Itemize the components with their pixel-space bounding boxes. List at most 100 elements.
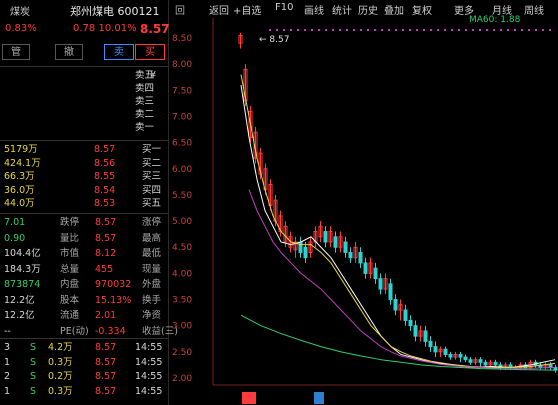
candle-body [433, 346, 438, 353]
bid-price: 8.56 [94, 157, 116, 169]
tick-volume: 0.3万 [48, 385, 73, 397]
tick-time: 14:55 [135, 385, 163, 397]
tick-price: 8.57 [95, 385, 117, 397]
candle-body [388, 283, 393, 301]
stat-label: 内盘 [60, 279, 80, 290]
position-button[interactable]: 管 [2, 44, 30, 60]
tick-direction: S [30, 385, 37, 397]
bid-label: 买二 [142, 157, 162, 169]
divider [0, 338, 168, 339]
candle-body [403, 309, 408, 321]
ask-label: 卖三 [135, 96, 155, 107]
candle-body [343, 241, 348, 253]
bid-label: 买五 [142, 198, 162, 209]
stat-label: 股本 [60, 294, 80, 306]
stat-label: PE(动) [60, 325, 89, 337]
candle-body [298, 241, 303, 253]
stock-name-code: 郑州煤电 600121 [70, 5, 160, 18]
y-tick-label: 5.50 [172, 191, 192, 201]
ma5-line [240, 85, 556, 369]
divider [0, 66, 168, 67]
high-label: ← 8.57 [259, 35, 289, 45]
tick-price: 8.57 [95, 356, 117, 368]
bid-label: 买三 [142, 171, 162, 182]
bid-volume: 36.0万 [4, 184, 35, 196]
ratio-value: 0.83% [5, 23, 37, 34]
bid-volume: 66.3万 [4, 171, 35, 182]
candle-body [373, 267, 378, 280]
bid-label: 买四 [142, 184, 162, 196]
bid-volume: 424.1万 [4, 157, 41, 169]
ma60-line [240, 314, 556, 371]
stat-label: 市值 [60, 248, 80, 259]
stat-label: 量比 [60, 232, 80, 244]
tick-direction: S [30, 371, 37, 382]
y-tick-label: 6.00 [172, 165, 192, 175]
tick-price: 8.57 [95, 371, 117, 382]
y-tick-label: 4.00 [172, 269, 192, 279]
quote-header: 煤炭 郑州煤电 600121 8.57 0.78 10.01% 0.83% [0, 0, 170, 36]
candle-body [468, 359, 473, 363]
candle-body [323, 231, 328, 243]
ma10-line [240, 74, 556, 369]
stat-value: 7.01 [4, 217, 26, 228]
divider [0, 140, 168, 141]
stat-label: 最低 [142, 248, 162, 259]
y-tick-label: 8.50 [172, 34, 192, 44]
y-tick-label: 7.50 [172, 86, 192, 96]
candle-body [463, 356, 468, 361]
stat-label: 净资 [142, 310, 162, 321]
bid-price: 8.57 [94, 144, 116, 155]
candle-body [348, 251, 353, 259]
candle-body [363, 262, 368, 274]
candle-body [483, 361, 488, 366]
bid-volume: 44.0万 [4, 198, 35, 209]
candle-body [458, 353, 463, 358]
tick-time: 14:55 [135, 356, 163, 368]
trade-buttons: 买 卖 撤 管 [0, 44, 168, 60]
stat-value: 970032 [95, 279, 132, 290]
candle-body [303, 246, 308, 259]
bid-price: 8.53 [94, 198, 116, 209]
y-tick-label: 4.50 [172, 243, 192, 253]
stat-label: 最高 [142, 232, 162, 244]
stat-value: 12.2亿 [4, 294, 35, 306]
stat-value: 2.01 [95, 310, 117, 321]
stat-value: 8.57 [95, 232, 117, 244]
stat-value: 455 [95, 263, 114, 275]
stat-value: 15.13% [95, 294, 132, 306]
y-tick-label: 6.50 [172, 139, 192, 149]
quote-panel: 煤炭 郑州煤电 600121 8.57 0.78 10.01% 0.83% 买 … [0, 0, 178, 405]
cancel-order-button[interactable]: 撤 [55, 44, 83, 60]
stat-label: 换手 [142, 294, 162, 306]
kline-chart-area[interactable]: 周线 月线 更多 复权 叠加 历史 统计 画线 F10 +自选 返回回 8.50 8.00 7.50 7.… [169, 0, 558, 405]
stat-value: 184.3万 [4, 263, 41, 275]
tick-count: 1 [4, 385, 11, 397]
ma60-label: MA60: 1.88 [469, 15, 521, 25]
stat-value: 8.12 [95, 248, 117, 259]
bid-price: 8.54 [94, 184, 116, 196]
sell-button[interactable]: 卖 [104, 44, 134, 60]
y-tick-label: 3.50 [172, 296, 192, 306]
y-tick-label: 3.00 [172, 322, 192, 332]
y-tick-label: 5.00 [172, 217, 192, 227]
y-tick-label: 8.00 [172, 60, 192, 70]
stat-value: 104.4亿 [4, 248, 41, 259]
change-values: 0.78 10.01% [73, 23, 137, 34]
tick-count: 2 [4, 371, 11, 382]
candle-body [408, 319, 413, 327]
buy-button[interactable]: 买 [135, 44, 165, 60]
stat-label: 涨停 [142, 217, 162, 228]
stat-value: 8.57 [95, 217, 117, 228]
stat-value: -0.334 [95, 325, 126, 337]
market-label: 煤炭 [10, 7, 30, 18]
candle-body [493, 361, 498, 366]
bid-price: 8.55 [94, 171, 116, 182]
bid-volume: 5179万 [4, 144, 38, 155]
candle-body [443, 348, 448, 355]
stat-label: 跌停 [60, 217, 80, 228]
tick-time: 14:55 [135, 342, 163, 353]
candle-body [413, 325, 418, 337]
stat-label: 外盘 [142, 279, 162, 290]
tick-volume: 0.3万 [48, 356, 73, 368]
